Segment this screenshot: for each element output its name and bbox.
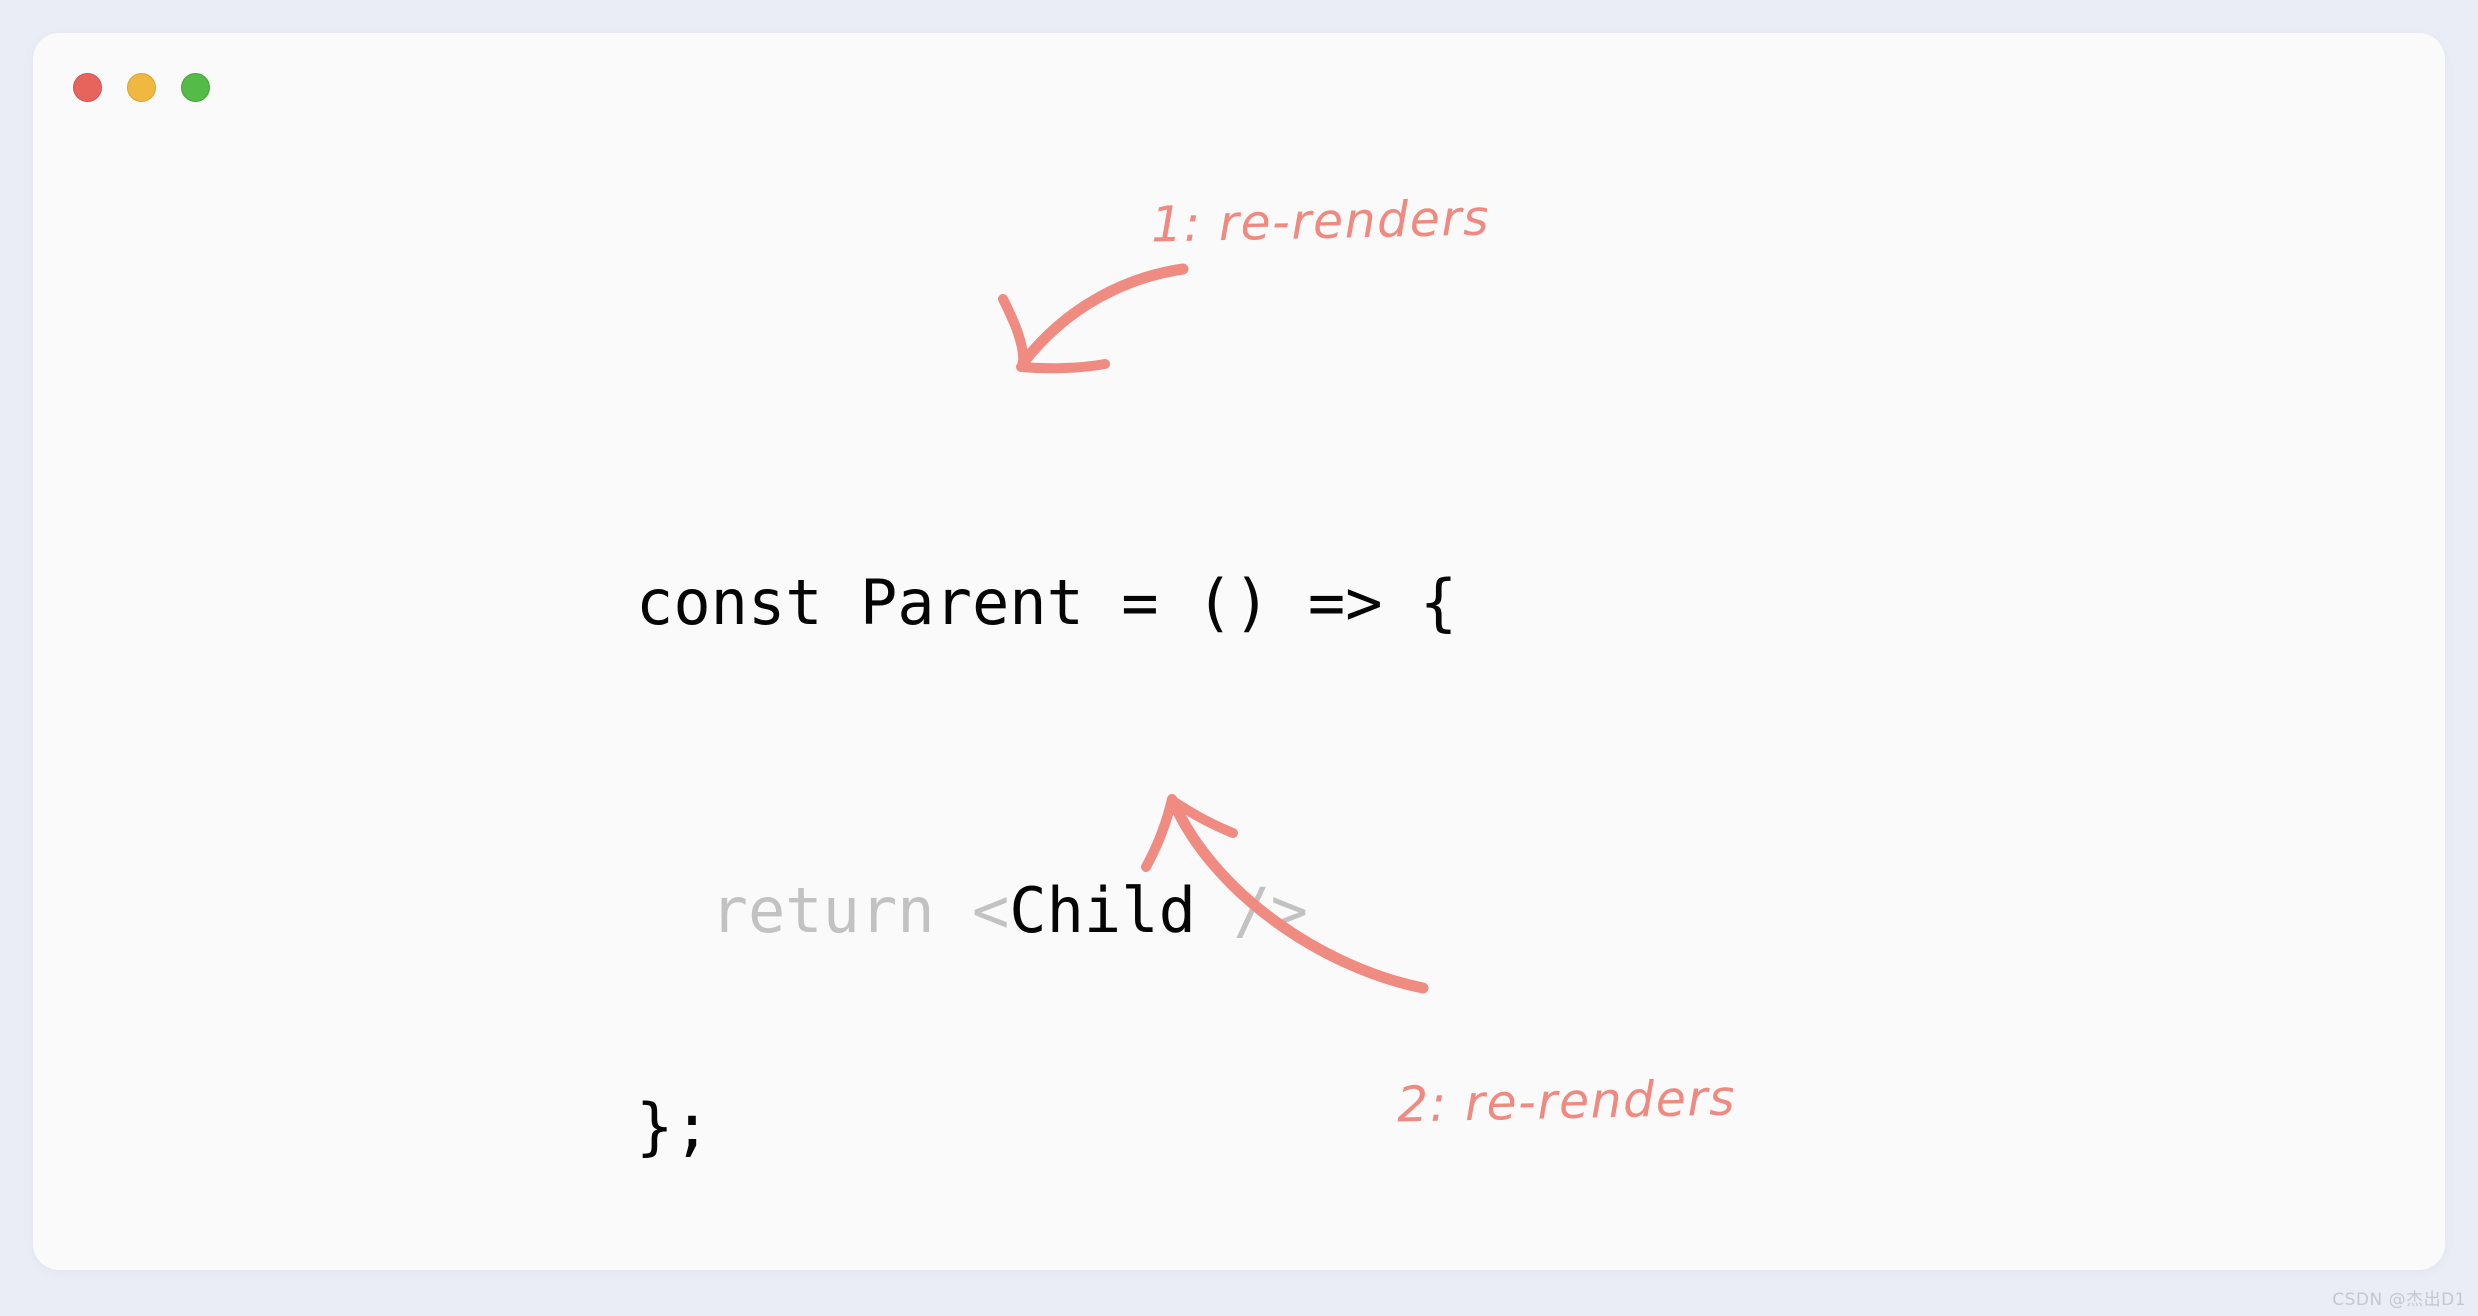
jsx-component-child: Child: [1009, 874, 1196, 947]
jsx-open-bracket: <: [971, 874, 1010, 947]
code-line-2: return <Child />: [636, 880, 1457, 972]
minimize-button-icon[interactable]: [127, 73, 156, 102]
keyword-return: return: [710, 874, 935, 947]
traffic-light-controls: [73, 73, 210, 102]
code-block: const Parent = () => { return <Child /> …: [636, 448, 1457, 1270]
code-line-3: };: [636, 1090, 711, 1163]
code-line-1: const Parent = () => {: [636, 566, 1458, 639]
arrow-1-to-parent: [998, 263, 1189, 374]
maximize-button-icon[interactable]: [181, 73, 210, 102]
close-button-icon[interactable]: [73, 73, 102, 102]
jsx-self-close: />: [1195, 874, 1308, 947]
annotation-label-1: 1: re-renders: [1150, 189, 1491, 254]
annotation-label-2: 2: re-renders: [1396, 1069, 1737, 1134]
window-card: const Parent = () => { return <Child /> …: [33, 33, 2445, 1270]
watermark: CSDN @杰出D1: [2332, 1290, 2466, 1310]
